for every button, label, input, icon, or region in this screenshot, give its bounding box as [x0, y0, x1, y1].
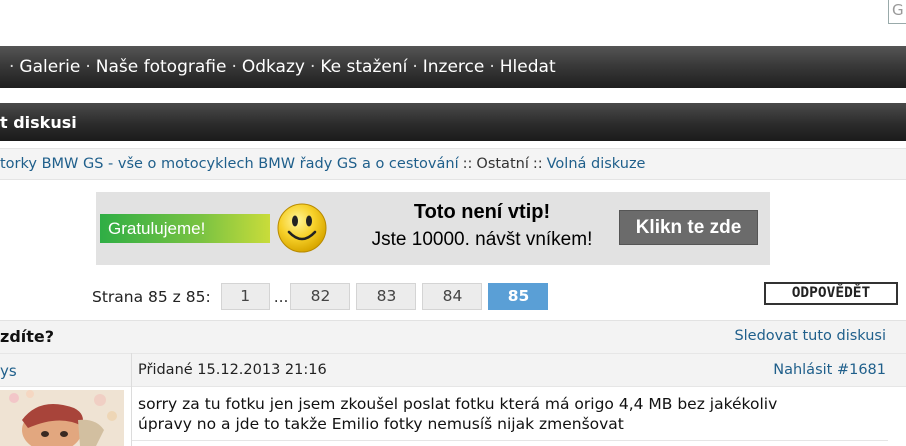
breadcrumb-separator: ::: [462, 156, 473, 172]
banner-congrats: Gratulujeme!: [100, 214, 270, 243]
page-current-85: 85: [488, 283, 549, 310]
smiley-icon: [277, 203, 327, 253]
nav-item-odkazy[interactable]: Odkazy: [242, 57, 305, 77]
main-navbar: · Galerie · Naše fotografie · Odkazy · K…: [0, 46, 906, 88]
report-post-link[interactable]: Nahlásit #1681: [773, 362, 886, 378]
nav-separator: ·: [309, 57, 316, 77]
post-separator: [132, 440, 888, 441]
breadcrumb: torky BMW GS - vše o motocyklech BMW řad…: [0, 148, 906, 180]
nav-item-inzerce[interactable]: Inzerce: [423, 57, 485, 77]
nav-separator: ·: [85, 57, 91, 77]
thread-header: zdíte? Sledovat tuto diskusi: [0, 320, 906, 353]
follow-thread-link[interactable]: Sledovat tuto diskusi: [734, 328, 886, 344]
ad-banner[interactable]: Gratulujeme! Toto není vtip! Jste 10000.…: [96, 192, 770, 265]
banner-title: Toto není vtip!: [413, 201, 551, 223]
post-body: sorry za tu fotku jen jsem zkoušel posla…: [138, 394, 888, 434]
section-title-bar: t diskusi: [0, 103, 906, 141]
page-link-84[interactable]: 84: [422, 283, 483, 310]
search-input[interactable]: G: [888, 0, 906, 24]
page-link-82[interactable]: 82: [290, 283, 351, 310]
nav-separator: ·: [9, 57, 15, 77]
nav-separator: ·: [412, 57, 418, 77]
post-text-line: sorry za tu fotku jen jsem zkoušel posla…: [138, 395, 778, 413]
nav-separator: ·: [489, 57, 495, 77]
reply-button[interactable]: ODPOVĚDĚT: [764, 282, 898, 305]
breadcrumb-separator: ::: [532, 156, 543, 172]
banner-click-button[interactable]: Klikn te zde: [619, 210, 758, 245]
post-author-link[interactable]: ys: [0, 362, 17, 380]
nav-item-hledat[interactable]: Hledat: [500, 57, 556, 77]
nav-separator: ·: [231, 57, 237, 77]
post-text-line: úpravy no a jde to takže Emilio fotky ne…: [138, 415, 624, 433]
pagination-ellipsis: ...: [273, 287, 289, 306]
page-link-1[interactable]: 1: [220, 283, 270, 310]
nav-item-ke-stazeni[interactable]: Ke stažení: [320, 57, 407, 77]
page-link-83[interactable]: 83: [356, 283, 417, 310]
avatar[interactable]: [0, 390, 124, 446]
search-glyph: G: [892, 1, 904, 19]
breadcrumb-category: Ostatní: [476, 156, 529, 172]
thread-title: zdíte?: [0, 327, 55, 346]
pagination: Strana 85 z 85: 1 ... 82 83 84 85: [92, 283, 549, 310]
post-column-divider: [131, 353, 132, 446]
avatar-image: [0, 390, 124, 446]
pagination-label: Strana 85 z 85:: [92, 287, 211, 306]
breadcrumb-subforum-link[interactable]: Volná diskuze: [547, 156, 646, 172]
banner-subtitle: Jste 10000. návšt vníkem!: [371, 229, 593, 250]
nav-item-galerie[interactable]: Galerie: [19, 57, 80, 77]
section-title: t diskusi: [0, 112, 77, 132]
nav-item-nase-fotografie[interactable]: Naše fotografie: [96, 57, 227, 77]
post-header: ys Přidané 15.12.2013 21:16 Nahlásit #16…: [0, 353, 906, 387]
post-date: Přidané 15.12.2013 21:16: [138, 362, 327, 378]
breadcrumb-forum-link[interactable]: torky BMW GS - vše o motocyklech BMW řad…: [0, 156, 459, 172]
